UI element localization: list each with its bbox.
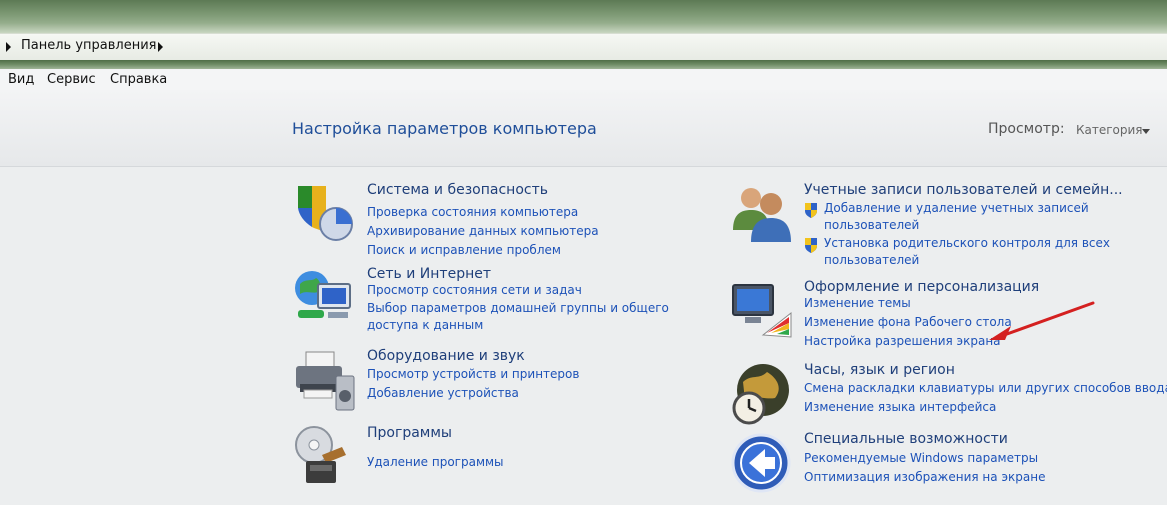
category-title[interactable]: Сеть и Интернет [367, 266, 491, 282]
category-link[interactable]: Архивирование данных компьютера [367, 223, 599, 240]
menu-view[interactable]: Вид [8, 72, 34, 87]
menu-help[interactable]: Справка [110, 72, 167, 87]
breadcrumb[interactable]: Панель управления [21, 38, 157, 53]
category-title[interactable]: Оформление и персонализация [804, 279, 1039, 295]
category-link[interactable]: Добавление устройства [367, 385, 519, 402]
category-link[interactable]: Добавление и удаление учетных записей по… [824, 200, 1114, 234]
menu-tools[interactable]: Сервис [47, 72, 96, 87]
menu-bar: Вид Сервис Справка [0, 69, 1167, 90]
category-clock-language-region: Часы, язык и регион Смена раскладки клав… [729, 362, 1167, 426]
category-accessibility: Специальные возможности Рекомендуемые Wi… [729, 431, 1149, 497]
clock-globe-icon [732, 364, 789, 425]
toolbar-band [0, 60, 1167, 69]
category-system-security: Система и безопасность Проверка состояни… [292, 182, 712, 262]
uac-shield-icon [805, 238, 817, 253]
category-link[interactable]: Удаление программы [367, 454, 504, 471]
category-link[interactable]: Проверка состояния компьютера [367, 204, 578, 221]
category-link[interactable]: Рекомендуемые Windows параметры [804, 450, 1038, 467]
category-title[interactable]: Программы [367, 425, 452, 441]
category-link[interactable]: Изменение фона Рабочего стола [804, 314, 1012, 331]
category-link[interactable]: Просмотр состояния сети и задач [367, 282, 582, 299]
category-title[interactable]: Учетные записи пользователей и семейн... [804, 182, 1123, 198]
category-link[interactable]: Установка родительского контроля для все… [824, 235, 1114, 269]
accessibility-icon [731, 433, 791, 493]
category-title[interactable]: Часы, язык и регион [804, 362, 955, 378]
category-link[interactable]: Просмотр устройств и принтеров [367, 366, 579, 383]
users-icon [733, 188, 791, 242]
category-programs: Программы Удаление программы [292, 425, 712, 491]
network-globe-icon [295, 271, 351, 318]
category-user-accounts: Учетные записи пользователей и семейн...… [729, 182, 1129, 267]
annotation-arrow-icon [989, 301, 1095, 340]
page-header: Настройка параметров компьютера Просмотр… [0, 90, 1167, 167]
address-back-arrow-icon[interactable] [6, 42, 11, 52]
category-title[interactable]: Система и безопасность [367, 182, 548, 198]
address-bar[interactable]: Панель управления [0, 33, 1167, 61]
view-mode-dropdown[interactable]: Категория [1076, 123, 1143, 137]
uac-shield-icon [805, 203, 817, 218]
category-hardware-sound: Оборудование и звук Просмотр устройств и… [292, 348, 712, 412]
page-title: Настройка параметров компьютера [292, 119, 597, 138]
category-title[interactable]: Оборудование и звук [367, 348, 525, 364]
category-link[interactable]: Смена раскладки клавиатуры или других сп… [804, 380, 1167, 397]
category-link[interactable]: Поиск и исправление проблем [367, 242, 561, 259]
category-link[interactable]: Изменение темы [804, 295, 911, 312]
shield-chart-icon [298, 186, 353, 241]
view-label: Просмотр: [988, 121, 1065, 137]
disc-program-icon [295, 426, 346, 483]
monitor-palette-icon [732, 284, 792, 338]
category-link[interactable]: Оптимизация изображения на экране [804, 469, 1045, 486]
category-network-internet: Сеть и Интернет Просмотр состояния сети … [292, 266, 717, 338]
window-title-bar [0, 0, 1167, 33]
printer-speaker-icon [296, 351, 355, 411]
breadcrumb-chevron-icon[interactable] [158, 42, 163, 52]
category-title[interactable]: Специальные возможности [804, 431, 1008, 447]
category-link[interactable]: Изменение языка интерфейса [804, 399, 996, 416]
category-link[interactable]: Настройка разрешения экрана [804, 333, 1001, 350]
category-link[interactable]: Выбор параметров домашней группы и общег… [367, 300, 712, 334]
dropdown-arrow-icon[interactable] [1142, 129, 1150, 134]
